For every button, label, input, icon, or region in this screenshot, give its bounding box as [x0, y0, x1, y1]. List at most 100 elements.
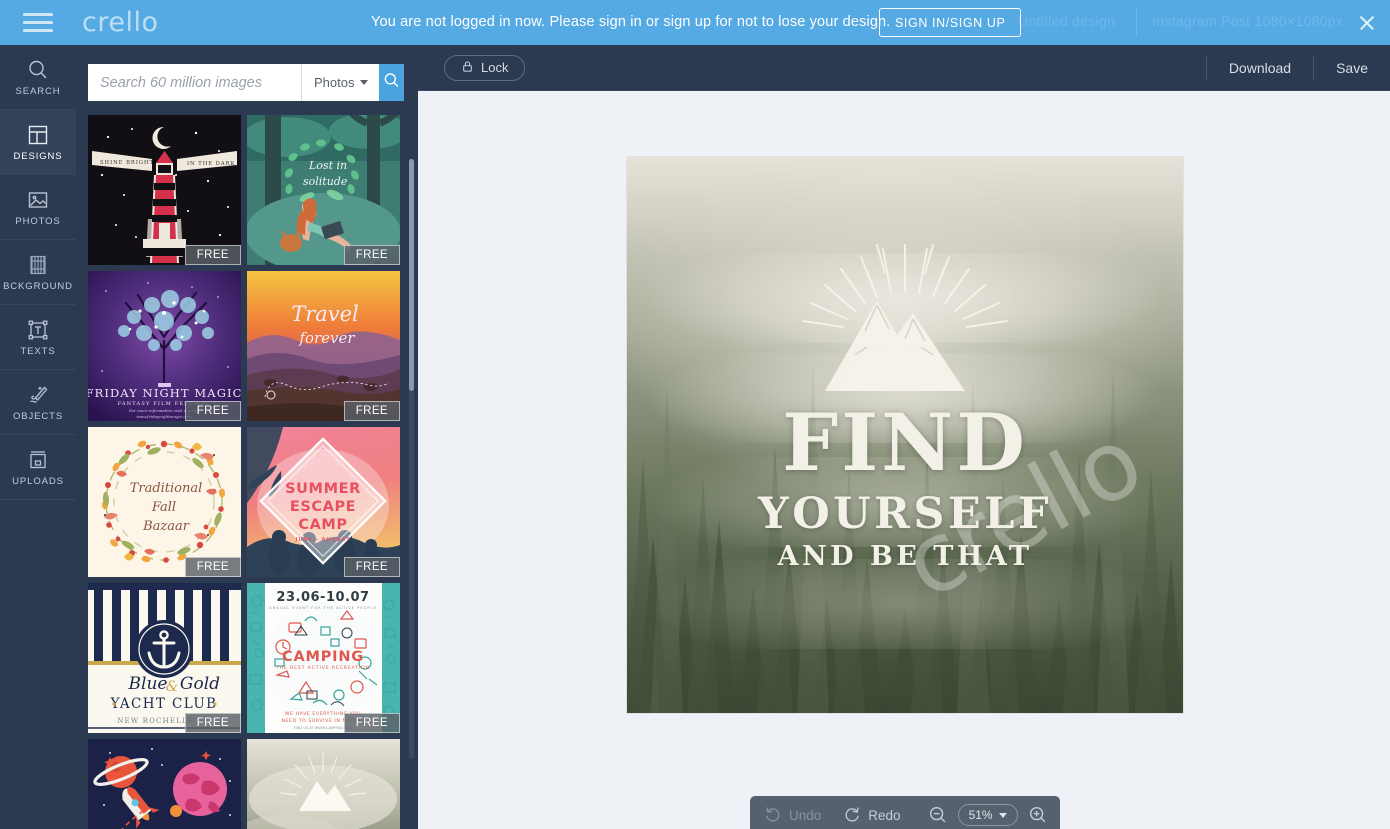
- search-icon: [26, 58, 50, 82]
- svg-text:Blue: Blue: [128, 674, 168, 694]
- svg-text:SUMMER: SUMMER: [285, 481, 361, 497]
- sidebar-item-designs[interactable]: DESIGNS: [0, 110, 76, 175]
- undo-label: Undo: [789, 807, 822, 823]
- search-submit-button[interactable]: [379, 64, 404, 101]
- sidebar-item-label: SEARCH: [15, 85, 61, 97]
- search-icon: [382, 71, 401, 95]
- zoom-level-dropdown[interactable]: 51%: [957, 804, 1018, 826]
- designs-panel: Photos: [76, 45, 418, 829]
- download-button[interactable]: Download: [1207, 45, 1313, 91]
- sidebar-item-label: DESIGNS: [13, 150, 63, 162]
- crello-editor-app: crello Untitled design Instagram Post 10…: [0, 0, 1390, 829]
- chevron-down-icon: [998, 812, 1007, 818]
- svg-text:CAMP: CAMP: [298, 517, 347, 533]
- template-grid[interactable]: SHINE BRIGHT IN THE DARK FREE Lost in so…: [88, 115, 406, 829]
- close-icon[interactable]: [1356, 12, 1378, 34]
- artboard-text-line3[interactable]: AND BE THAT: [627, 541, 1183, 572]
- svg-text:YACHT CLUB: YACHT CLUB: [110, 696, 218, 712]
- template-card-find-yourself[interactable]: FIND YOURSELF AND BE THAT: [247, 739, 400, 829]
- svg-text:Bazaar: Bazaar: [142, 519, 190, 534]
- lock-icon: [461, 60, 474, 76]
- svg-text:Gold: Gold: [180, 674, 220, 694]
- canvas-toolbar-actions: Download Save: [1205, 45, 1390, 91]
- panel-scrollbar-thumb[interactable]: [409, 159, 414, 391]
- zoom-level-value: 51%: [968, 808, 993, 822]
- design-title-ghost: Untitled design: [1018, 13, 1116, 29]
- svg-text:forever: forever: [298, 329, 355, 347]
- top-bar: crello Untitled design Instagram Post 10…: [0, 0, 1390, 45]
- zoom-in-icon[interactable]: [1027, 804, 1049, 826]
- background-icon: [26, 253, 50, 277]
- free-badge: FREE: [343, 401, 400, 421]
- image-icon: [26, 188, 50, 212]
- hamburger-icon[interactable]: [0, 0, 76, 45]
- svg-text:ESCAPE: ESCAPE: [290, 499, 356, 515]
- undo-button[interactable]: Undo: [764, 805, 821, 826]
- artboard-text-line2[interactable]: YOURSELF: [627, 489, 1183, 539]
- template-card-friday-night-magic[interactable]: FRIDAY NIGHT MAGIC FANTASY FILM FESTIVAL…: [88, 271, 241, 421]
- sidebar-item-label: TEXTS: [20, 345, 56, 357]
- sidebar-item-texts[interactable]: TEXTS: [0, 305, 76, 370]
- svg-text:ANNUAL EVENT FOR THE ACTIVE PE: ANNUAL EVENT FOR THE ACTIVE PEOPLE: [269, 606, 377, 610]
- layout-icon: [26, 123, 50, 147]
- canvas-area[interactable]: crello FIND YOURSELF AND BE THAT: [418, 91, 1390, 829]
- upload-icon: [26, 448, 50, 472]
- search-category-value: Photos: [314, 75, 355, 90]
- undo-icon: [764, 805, 782, 826]
- template-card-travel-forever[interactable]: Travel forever FREE: [247, 271, 400, 421]
- sidebar-item-label: BCKGROUND: [3, 280, 73, 292]
- redo-button[interactable]: Redo: [843, 805, 901, 826]
- sidebar-item-objects[interactable]: OBJECTS: [0, 370, 76, 435]
- svg-text:SHINE BRIGHT: SHINE BRIGHT: [100, 160, 154, 166]
- svg-text:solitude: solitude: [303, 175, 348, 188]
- lock-button[interactable]: Lock: [444, 54, 526, 81]
- free-badge: FREE: [184, 245, 241, 265]
- sign-in-sign-up-button[interactable]: SIGN IN/SIGN UP: [879, 8, 1022, 37]
- sidebar-item-label: OBJECTS: [12, 410, 64, 422]
- free-badge: FREE: [184, 713, 241, 733]
- canvas-toolbar: Lock Download Save: [418, 45, 1390, 91]
- template-card-lighthouse-night[interactable]: SHINE BRIGHT IN THE DARK FREE: [88, 115, 241, 265]
- pen-icon: [26, 383, 50, 407]
- svg-text:THE BEST ACTIVE RECREATION: THE BEST ACTIVE RECREATION: [275, 665, 370, 671]
- svg-text:FRIDAY NIGHT MAGIC: FRIDAY NIGHT MAGIC: [88, 386, 241, 400]
- svg-text:Travel: Travel: [291, 302, 359, 326]
- text-box-icon: [26, 318, 50, 342]
- design-size-ghost: Instagram Post 1080×1080px: [1152, 13, 1344, 29]
- template-card-camping-recreation[interactable]: 23.06-10.07 ANNUAL EVENT FOR THE ACTIVE …: [247, 583, 400, 733]
- zoom-out-icon[interactable]: [927, 804, 949, 826]
- sidebar-item-label: UPLOADS: [12, 475, 64, 487]
- template-card-lost-in-solitude[interactable]: Lost in solitude FREE: [247, 115, 400, 265]
- sidebar-item-photos[interactable]: PHOTOS: [0, 175, 76, 240]
- svg-text:Lost in: Lost in: [308, 159, 347, 172]
- search-category-dropdown[interactable]: Photos: [301, 64, 380, 101]
- svg-text:FIND: FIND: [276, 824, 370, 829]
- template-card-traditional-fall-bazaar[interactable]: Traditional Fall Bazaar FREE: [88, 427, 241, 577]
- sidebar-item-bckground[interactable]: BCKGROUND: [0, 240, 76, 305]
- svg-text:www.fridaynightmagic.com: www.fridaynightmagic.com: [136, 414, 192, 419]
- sidebar-item-search[interactable]: SEARCH: [0, 45, 76, 110]
- crello-logo[interactable]: crello: [82, 7, 159, 38]
- mountain-sunburst-icon: [802, 244, 1008, 391]
- sidebar-item-uploads[interactable]: UPLOADS: [0, 435, 76, 500]
- svg-text:Traditional: Traditional: [130, 481, 203, 496]
- template-card-space-astronaut[interactable]: [88, 739, 241, 829]
- free-badge: FREE: [343, 245, 400, 265]
- bottom-toolbar: Undo Redo 51%: [750, 796, 1060, 829]
- artboard-text-line1[interactable]: FIND: [627, 403, 1183, 482]
- header-divider: [1136, 8, 1137, 36]
- svg-text:&: &: [166, 679, 178, 695]
- artboard[interactable]: crello FIND YOURSELF AND BE THAT: [627, 157, 1183, 713]
- login-banner-message: You are not logged in now. Please sign i…: [371, 14, 891, 30]
- svg-text:CAMPING: CAMPING: [282, 649, 364, 665]
- search-input[interactable]: [88, 64, 301, 101]
- free-badge: FREE: [184, 401, 241, 421]
- redo-icon: [843, 805, 861, 826]
- save-button[interactable]: Save: [1314, 45, 1390, 91]
- template-card-blue-and-gold-yacht-club[interactable]: Blue & Gold YACHT CLUB NEW ROCHELLE NY F…: [88, 583, 241, 733]
- sidebar-item-label: PHOTOS: [15, 215, 61, 227]
- template-card-summer-escape-camp[interactable]: SUMMER ESCAPE CAMP JUNE - AUGUST FREE: [247, 427, 400, 577]
- mist-layer: [627, 559, 1183, 649]
- search-bar: Photos: [88, 64, 404, 101]
- free-badge: FREE: [343, 557, 400, 577]
